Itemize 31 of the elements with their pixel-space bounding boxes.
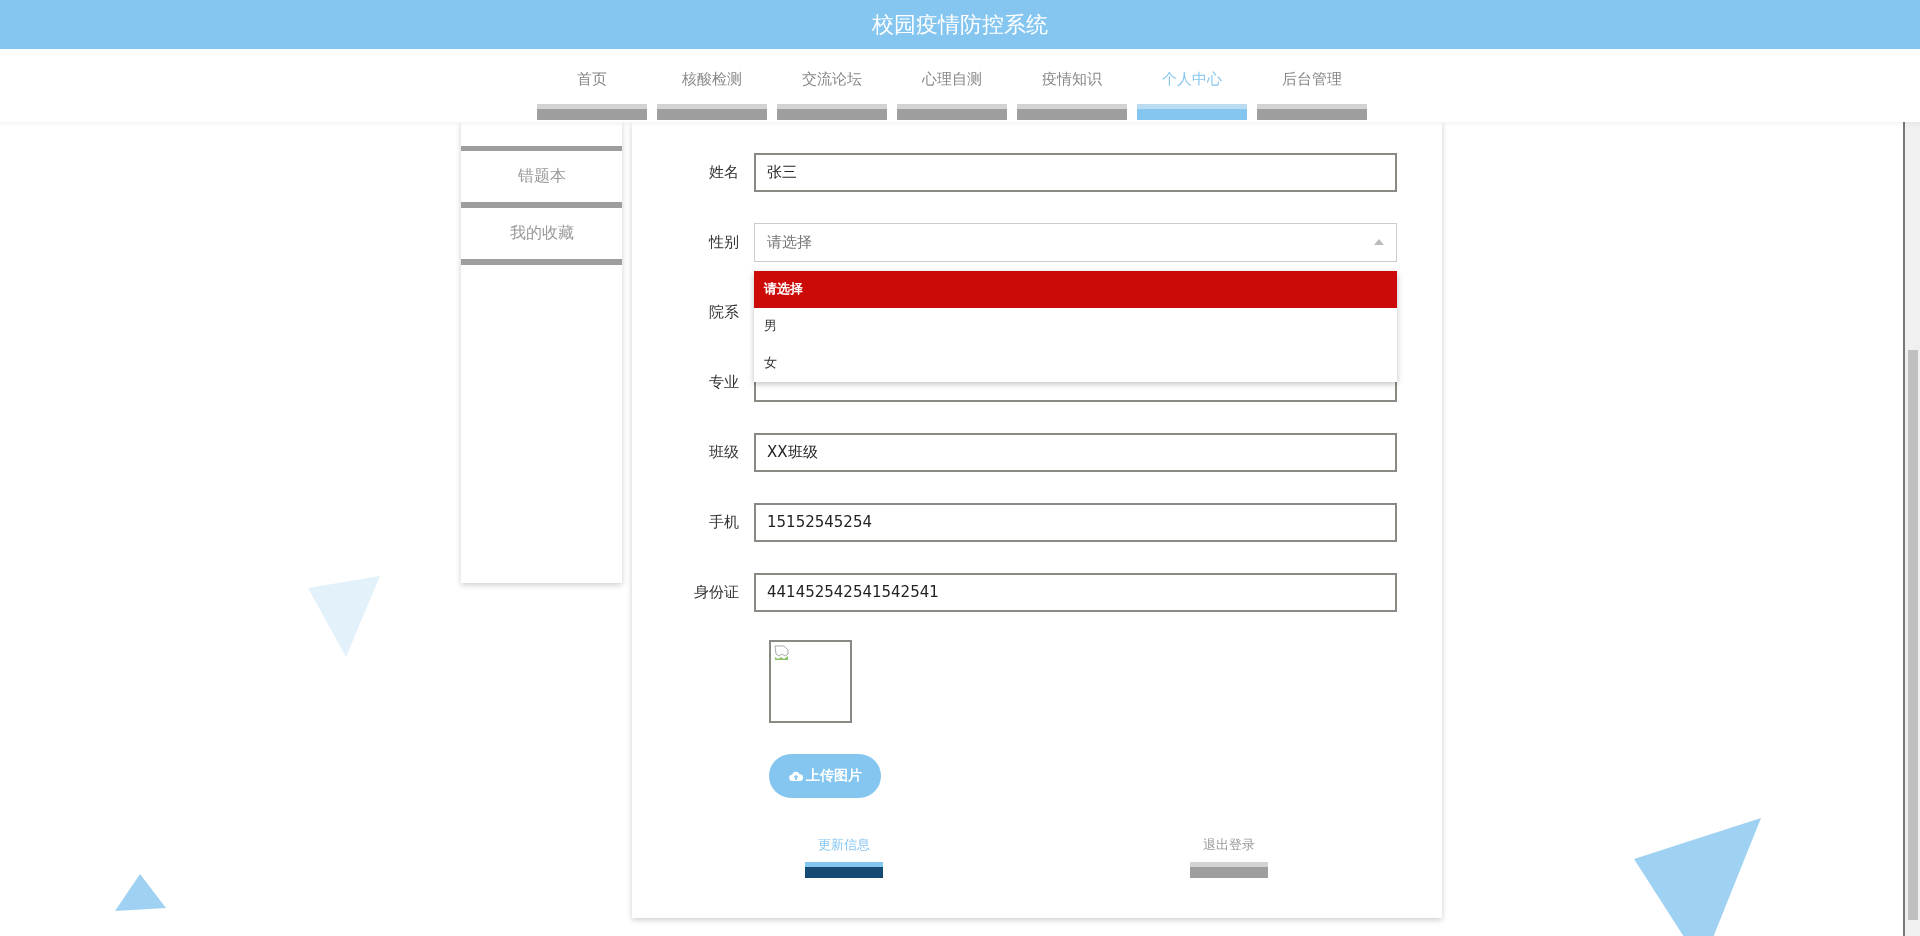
dropdown-option[interactable]: 男 (754, 307, 1397, 345)
sidebar-item[interactable]: 我的收藏 (461, 208, 622, 265)
field-label: 身份证 (693, 582, 740, 602)
nav-tab[interactable]: 后台管理 (1256, 70, 1367, 120)
input-field[interactable]: 441452542541542541 (754, 572, 1397, 612)
action-tab[interactable]: 退出登录 (1190, 836, 1268, 878)
field-label: 姓名 (708, 162, 740, 182)
dropdown-option[interactable]: 请选择 (754, 270, 1397, 308)
select-placeholder: 请选择 (767, 232, 812, 252)
nav-tab[interactable]: 首页 (536, 70, 647, 120)
action-tab[interactable]: 更新信息 (805, 836, 883, 878)
nav-tab[interactable]: 心理自测 (896, 70, 1007, 120)
site-title: 校园疫情防控系统 (872, 10, 1048, 39)
input-field[interactable]: 15152545254 (754, 502, 1397, 542)
nav-tab[interactable]: 核酸检测 (656, 70, 767, 120)
nav-tab[interactable]: 交流论坛 (776, 70, 887, 120)
cloud-upload-icon (788, 770, 803, 782)
input-field[interactable]: 张三 (754, 152, 1397, 192)
background-triangle (115, 874, 166, 911)
sidebar-item[interactable]: 错题本 (461, 151, 622, 208)
field-label: 班级 (708, 442, 740, 462)
field-label: 专业 (708, 372, 740, 392)
field-label: 性别 (707, 232, 740, 252)
field-label: 手机 (708, 512, 740, 532)
gender-select[interactable]: 请选择 (754, 222, 1397, 262)
dropdown-option[interactable]: 女 (754, 344, 1397, 382)
scrollbar-thumb[interactable] (1908, 350, 1918, 920)
field-label: 院系 (708, 302, 740, 322)
broken-image-icon (774, 645, 790, 661)
input-field[interactable]: XX班级 (754, 432, 1397, 472)
nav-tab[interactable]: 疫情知识 (1016, 70, 1127, 120)
